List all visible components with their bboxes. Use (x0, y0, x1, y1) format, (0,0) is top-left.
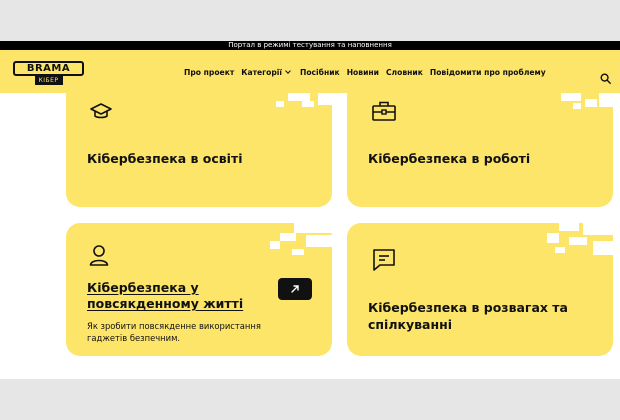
card-description-line-2: гаджетів безпечним. (87, 333, 181, 343)
page: Портал в режимі тестування та наповнення… (0, 41, 620, 379)
search-icon[interactable] (600, 73, 611, 84)
card-everyday-life[interactable]: Кібербезпека у повсякденному житті Як зр… (66, 223, 332, 356)
nav-categories[interactable]: Категорії (241, 68, 293, 77)
chevron-down-icon (285, 68, 291, 74)
nav-glossary[interactable]: Словник (386, 68, 423, 77)
nav-categories-label: Категорії (241, 68, 282, 77)
briefcase-icon (372, 101, 396, 121)
open-card-button[interactable] (278, 278, 312, 300)
main-nav: Про проект Категорії Посібник Новини Сло… (184, 68, 546, 77)
card-education[interactable]: Кібербезпека в освіті (66, 93, 332, 207)
person-icon (89, 245, 109, 266)
card-title: Кібербезпека в роботі (368, 151, 531, 166)
nav-report-problem[interactable]: Повідомити про проблему (430, 68, 546, 77)
logo-subtitle: КІБЕР (34, 76, 63, 85)
card-title-line-2[interactable]: повсякденному житті (87, 296, 243, 312)
card-entertainment[interactable]: Кібербезпека в розвагах та спілкуванні (347, 223, 613, 356)
brama-logo[interactable]: BRAMA КІБЕР (13, 61, 84, 85)
card-description-line-1: Як зробити повсякденне використання (87, 321, 261, 331)
logo-wordmark: BRAMA (13, 61, 84, 76)
card-title-line-1[interactable]: Кібербезпека у (87, 280, 199, 296)
nav-guide[interactable]: Посібник (300, 68, 340, 77)
card-title-line-1: Кібербезпека в розвагах та (368, 300, 568, 315)
nav-about[interactable]: Про проект (184, 68, 234, 77)
graduation-cap-icon (90, 103, 112, 119)
card-title: Кібербезпека в освіті (87, 151, 243, 166)
card-work[interactable]: Кібербезпека в роботі (347, 93, 613, 207)
testing-banner: Портал в режимі тестування та наповнення (0, 41, 620, 50)
chat-icon (373, 249, 395, 271)
arrow-up-right-icon (291, 285, 299, 293)
nav-news[interactable]: Новини (347, 68, 379, 77)
site-header: BRAMA КІБЕР Про проект Категорії Посібни… (0, 50, 620, 93)
card-title-line-2: спілкуванні (368, 317, 453, 332)
